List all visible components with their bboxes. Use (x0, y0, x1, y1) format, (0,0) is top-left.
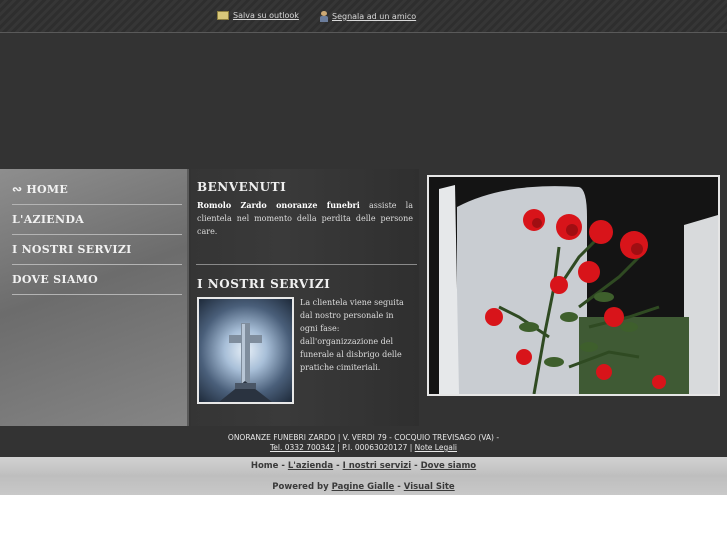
welcome-title: BENVENUTI (197, 180, 287, 194)
nav-item-servizi[interactable]: I NOSTRI SERVIZI (12, 234, 182, 265)
separator: - (278, 461, 288, 471)
separator: - (394, 482, 404, 492)
nav-item-azienda[interactable]: L'AZIENDA (12, 204, 182, 235)
welcome-text: Romolo Zardo onoranze funebri assiste la… (197, 199, 413, 238)
nav-item-home[interactable]: ∾ HOME (12, 174, 182, 205)
roses-image (429, 177, 718, 394)
legal-notes-link[interactable]: Note Legali (415, 443, 457, 452)
footer-servizi-link[interactable]: I nostri servizi (343, 461, 412, 471)
powered-prefix: Powered by (272, 482, 332, 492)
swirl-icon: ∾ (12, 182, 23, 196)
nav-item-dove-siamo[interactable]: DOVE SIAMO (12, 264, 182, 295)
sidebar-nav: ∾ HOME L'AZIENDA I NOSTRI SERVIZI DOVE S… (0, 169, 189, 426)
services-text: La clientela viene seguita dal nostro pe… (300, 298, 404, 372)
section-divider (196, 264, 417, 265)
recommend-friend-link[interactable]: Segnala ad un amico (320, 11, 416, 22)
footer-azienda-link[interactable]: L'azienda (288, 461, 333, 471)
nav-item-label: I NOSTRI SERVIZI (12, 242, 132, 256)
pagine-gialle-link[interactable]: Pagine Gialle (332, 482, 395, 492)
footer-address: ONORANZE FUNEBRI ZARDO | V. VERDI 79 - C… (227, 433, 500, 442)
powered-by: Powered by Pagine Gialle - Visual Site (0, 482, 727, 492)
separator: - (333, 461, 343, 471)
vat-number: | P.I. 00063020127 | (334, 443, 415, 452)
cross-image (197, 297, 294, 404)
footer-home-link[interactable]: Home (251, 461, 279, 471)
phone-link[interactable]: Tel. 0332 700342 (270, 443, 335, 452)
nav-item-label: HOME (26, 182, 69, 196)
footer-nav: Home - L'azienda - I nostri servizi - Do… (0, 461, 727, 471)
top-bar: Salva su outlook Segnala ad un amico (0, 0, 727, 33)
company-name: Romolo Zardo onoranze funebri (197, 200, 360, 210)
roses-photo (427, 175, 720, 396)
friend-icon (320, 11, 328, 22)
cross-icon (219, 323, 272, 402)
nav-item-label: DOVE SIAMO (12, 272, 99, 286)
footer-contacts: Tel. 0332 700342 | P.I. 00063020127 | No… (0, 443, 727, 453)
save-outlook-label: Salva su outlook (233, 11, 299, 20)
save-outlook-link[interactable]: Salva su outlook (217, 11, 299, 20)
services-title: I NOSTRI SERVIZI (197, 277, 331, 291)
footer-dove-link[interactable]: Dove siamo (421, 461, 477, 471)
footer-info: ONORANZE FUNEBRI ZARDO | V. VERDI 79 - C… (0, 433, 727, 453)
outlook-card-icon (217, 11, 229, 20)
separator: - (411, 461, 421, 471)
recommend-friend-label: Segnala ad un amico (332, 12, 417, 21)
visual-site-link[interactable]: Visual Site (404, 482, 455, 492)
nav-item-label: L'AZIENDA (12, 212, 85, 226)
